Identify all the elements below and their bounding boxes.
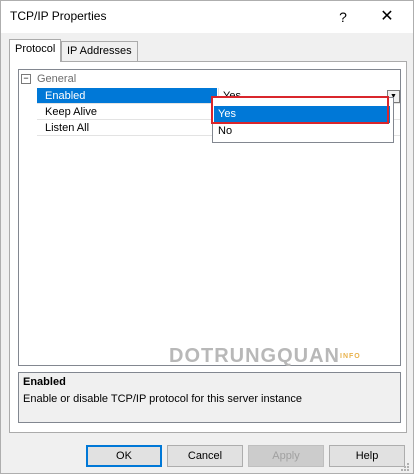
property-name[interactable]: Keep Alive xyxy=(37,104,217,120)
collapse-icon[interactable]: − xyxy=(21,74,31,84)
watermark-logo: DOTRUNGQUANINFO xyxy=(169,345,361,368)
ok-button[interactable]: OK xyxy=(86,445,162,467)
tab-protocol[interactable]: Protocol xyxy=(9,39,62,62)
help-icon[interactable]: ? xyxy=(331,7,355,27)
description-pane: Enabled Enable or disable TCP/IP protoco… xyxy=(18,372,401,423)
tcpip-properties-dialog: TCP/IP Properties ? ✕ Protocol IP Addres… xyxy=(0,0,414,474)
close-icon[interactable]: ✕ xyxy=(375,7,399,27)
cancel-button[interactable]: Cancel xyxy=(167,445,243,467)
category-general[interactable]: − General xyxy=(19,71,400,87)
resize-grip-icon[interactable] xyxy=(399,461,409,471)
watermark-suffix: INFO xyxy=(340,353,361,361)
annotation-highlight-box xyxy=(211,96,389,124)
watermark-text: DOTRUNGQUAN xyxy=(169,345,340,367)
dropdown-option-no[interactable]: No xyxy=(214,123,390,140)
title-bar: TCP/IP Properties ? ✕ xyxy=(1,1,413,33)
category-label: General xyxy=(37,73,77,85)
help-button[interactable]: Help xyxy=(329,445,405,467)
property-name[interactable]: Enabled xyxy=(37,88,217,104)
apply-button[interactable]: Apply xyxy=(248,445,324,467)
description-text: Enable or disable TCP/IP protocol for th… xyxy=(23,393,303,405)
description-title: Enabled xyxy=(23,376,66,388)
dialog-title: TCP/IP Properties xyxy=(10,9,107,23)
tab-ip-addresses[interactable]: IP Addresses xyxy=(61,41,138,61)
property-name[interactable]: Listen All xyxy=(37,120,217,136)
